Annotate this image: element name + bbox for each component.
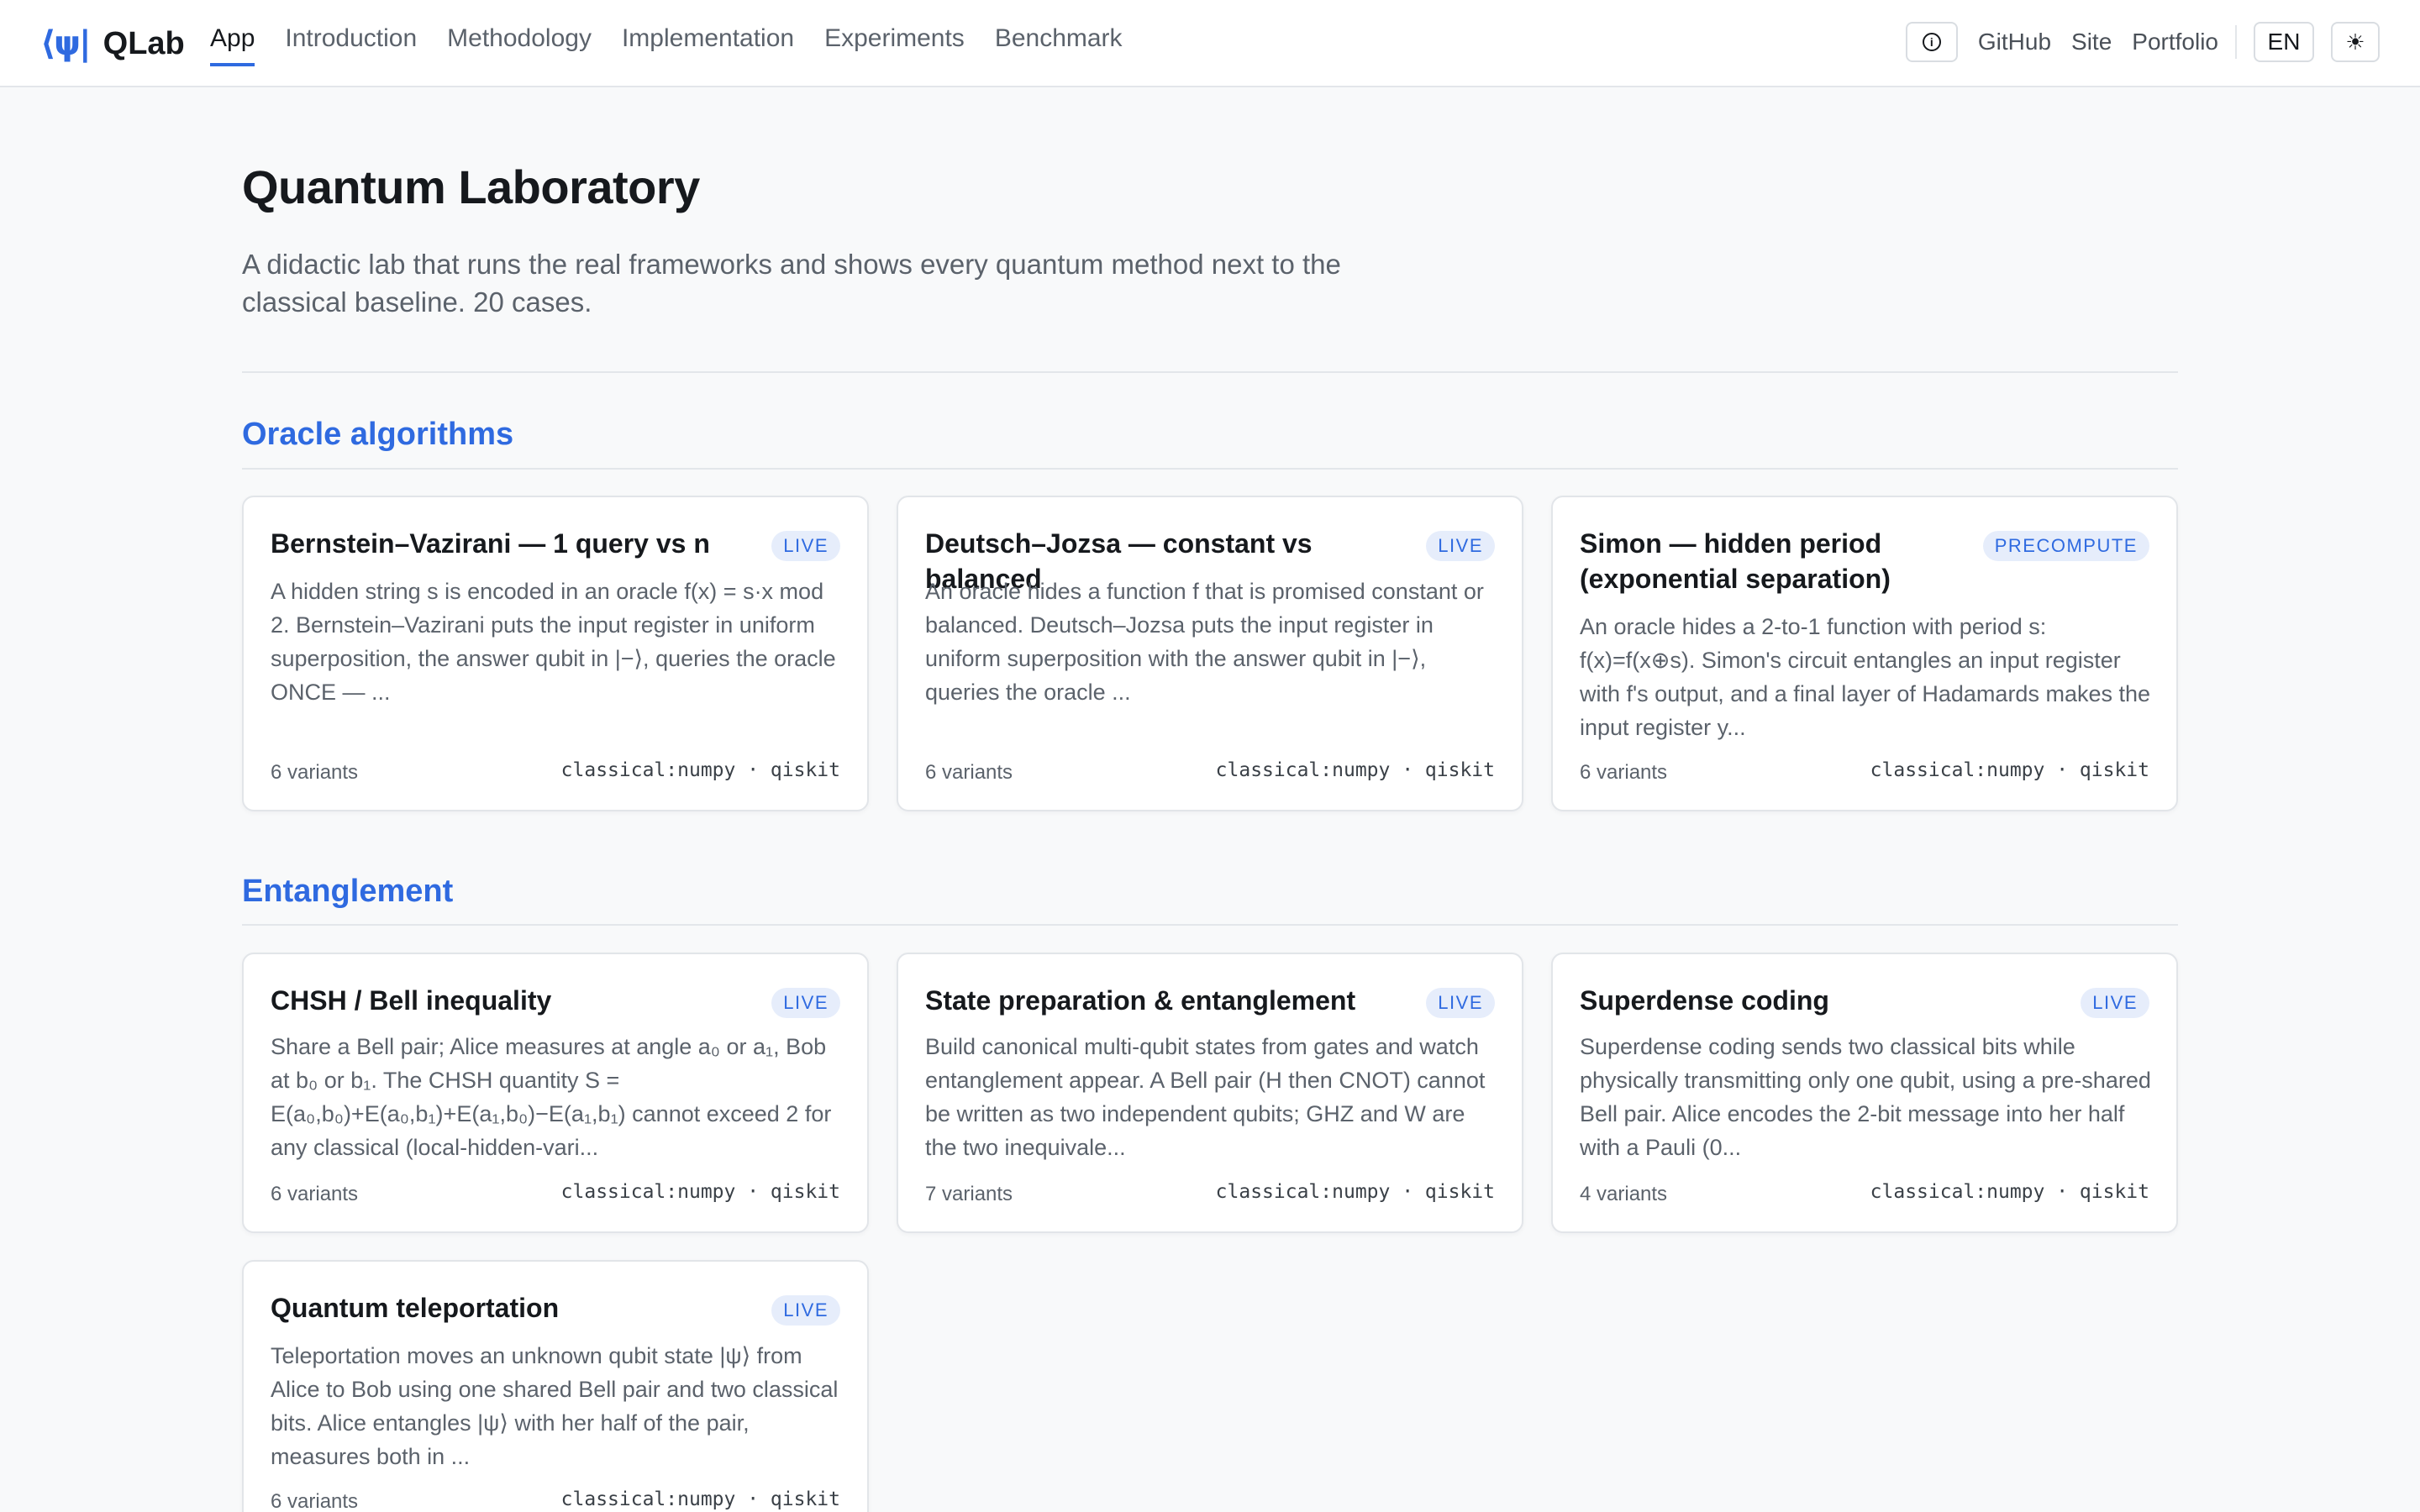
theme-toggle-button[interactable]: ☀ [2331, 22, 2380, 62]
card-description: An oracle hides a 2-to-1 function with p… [1580, 614, 2151, 740]
nav-link-benchmark[interactable]: Benchmark [995, 22, 1123, 66]
variant-count: 6 variants [271, 1183, 359, 1205]
variant-count: 6 variants [271, 761, 359, 784]
card-description: An oracle hides a function f that is pro… [925, 579, 1484, 705]
site-link[interactable]: Site [2071, 29, 2112, 55]
brand-name: QLab [103, 25, 185, 61]
mode-badge: LIVE [771, 1295, 840, 1326]
nav-links: App Introduction Methodology Implementat… [210, 22, 1123, 66]
case-card-simon[interactable]: Simon — hidden period (exponential separ… [1551, 496, 2178, 811]
card-description: Share a Bell pair; Alice measures at ang… [271, 1034, 832, 1160]
variant-count: 6 variants [925, 761, 1013, 784]
case-card-deutsch-jozsa[interactable]: Deutsch–Jozsa — constant vs balanced LIV… [897, 496, 1523, 811]
mode-badge: PRECOMPUTE [1982, 531, 2149, 561]
nav-link-app[interactable]: App [210, 22, 255, 66]
nav-divider [2235, 25, 2237, 59]
language-button[interactable]: EN [2254, 22, 2314, 62]
variant-count: 4 variants [1580, 1183, 1668, 1205]
card-description: Teleportation moves an unknown qubit sta… [271, 1343, 839, 1469]
card-title: Quantum teleportation [271, 1293, 560, 1323]
framework-tags: classical:numpy · qiskit [560, 759, 840, 781]
header-divider [242, 371, 2178, 373]
mode-badge: LIVE [771, 988, 840, 1018]
card-description: Superdense coding sends two classical bi… [1580, 1034, 2151, 1160]
case-card-state-preparation[interactable]: State preparation & entanglement LIVE Bu… [897, 953, 1523, 1233]
framework-tags: classical:numpy · qiskit [560, 1181, 840, 1203]
variant-count: 7 variants [925, 1183, 1013, 1205]
framework-tags: classical:numpy · qiskit [560, 1488, 840, 1510]
info-button[interactable]: i [1905, 22, 1958, 62]
brand-logo[interactable]: ⟨ψ| QLab [40, 24, 185, 64]
mode-badge: LIVE [1426, 988, 1495, 1018]
portfolio-link[interactable]: Portfolio [2132, 29, 2218, 55]
card-title: Superdense coding [1580, 985, 1829, 1016]
framework-tags: classical:numpy · qiskit [1215, 759, 1495, 781]
card-description: A hidden string s is encoded in an oracl… [271, 579, 836, 705]
mode-badge: LIVE [1426, 531, 1495, 561]
framework-tags: classical:numpy · qiskit [1870, 1181, 2149, 1203]
case-card-bernstein-vazirani[interactable]: Bernstein–Vazirani — 1 query vs n LIVE A… [242, 496, 869, 811]
nav-link-implementation[interactable]: Implementation [622, 22, 794, 66]
case-card-chsh[interactable]: CHSH / Bell inequality LIVE Share a Bell… [242, 953, 869, 1233]
nav-link-experiments[interactable]: Experiments [824, 22, 965, 66]
section-divider [242, 468, 2178, 470]
variant-count: 6 variants [1580, 761, 1668, 784]
info-icon: i [1922, 33, 1941, 51]
case-card-teleportation[interactable]: Quantum teleportation LIVE Teleportation… [242, 1260, 869, 1512]
variant-count: 6 variants [271, 1490, 359, 1512]
card-title: CHSH / Bell inequality [271, 985, 552, 1016]
framework-tags: classical:numpy · qiskit [1215, 1181, 1495, 1203]
github-link[interactable]: GitHub [1978, 29, 2051, 55]
nav-link-methodology[interactable]: Methodology [447, 22, 592, 66]
card-title: Bernstein–Vazirani — 1 query vs n [271, 528, 710, 559]
page-subtitle: A didactic lab that runs the real framew… [242, 249, 1341, 318]
section-divider [242, 924, 2178, 926]
section-title-oracle: Oracle algorithms [242, 417, 514, 452]
card-description: Build canonical multi-qubit states from … [925, 1034, 1486, 1160]
top-nav: ⟨ψ| QLab App Introduction Methodology Im… [0, 0, 2420, 87]
card-title: Simon — hidden period (exponential separ… [1580, 528, 1891, 594]
card-title: State preparation & entanglement [925, 985, 1356, 1016]
psi-logo-icon: ⟨ψ| [40, 24, 92, 63]
sun-icon: ☀ [2345, 29, 2365, 55]
nav-link-introduction[interactable]: Introduction [285, 22, 417, 66]
case-card-superdense-coding[interactable]: Superdense coding LIVE Superdense coding… [1551, 953, 2178, 1233]
section-title-entanglement: Entanglement [242, 874, 454, 909]
page-title: Quantum Laboratory [242, 160, 700, 213]
mode-badge: LIVE [2081, 988, 2149, 1018]
nav-actions: i GitHub Site Portfolio EN ☀ [1905, 22, 2380, 62]
mode-badge: LIVE [771, 531, 840, 561]
framework-tags: classical:numpy · qiskit [1870, 759, 2149, 781]
